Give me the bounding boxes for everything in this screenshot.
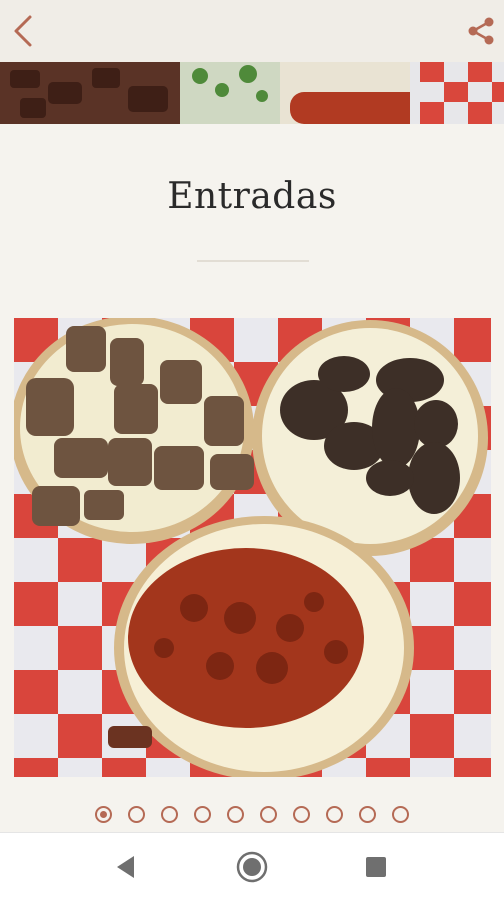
pagination-dot-2[interactable]	[128, 806, 145, 823]
triangle-back-icon	[117, 856, 134, 878]
top-app-bar	[0, 0, 504, 62]
pagination-dot-1[interactable]	[95, 806, 112, 823]
gallery-photo[interactable]	[14, 318, 491, 777]
system-home-button[interactable]	[230, 845, 274, 889]
pagination-dot-4[interactable]	[194, 806, 211, 823]
header-hero-image	[0, 62, 504, 124]
pagination-dot-6[interactable]	[260, 806, 277, 823]
share-icon	[468, 17, 494, 45]
share-button[interactable]	[458, 8, 504, 54]
pagination-dot-9[interactable]	[359, 806, 376, 823]
pagination-dot-10[interactable]	[392, 806, 409, 823]
pagination-dot-3[interactable]	[161, 806, 178, 823]
circle-home-icon	[236, 851, 268, 883]
section-title: Entradas	[167, 176, 337, 217]
chevron-left-icon	[14, 15, 32, 47]
pagination-dot-7[interactable]	[293, 806, 310, 823]
square-recents-icon	[366, 857, 386, 877]
pagination-dot-8[interactable]	[326, 806, 343, 823]
system-recents-button[interactable]	[354, 845, 398, 889]
title-divider	[197, 260, 309, 262]
system-back-button[interactable]	[104, 845, 148, 889]
system-navigation-bar	[0, 832, 504, 901]
back-button[interactable]	[0, 8, 46, 54]
gallery-pagination	[0, 806, 504, 828]
pagination-dot-5[interactable]	[227, 806, 244, 823]
